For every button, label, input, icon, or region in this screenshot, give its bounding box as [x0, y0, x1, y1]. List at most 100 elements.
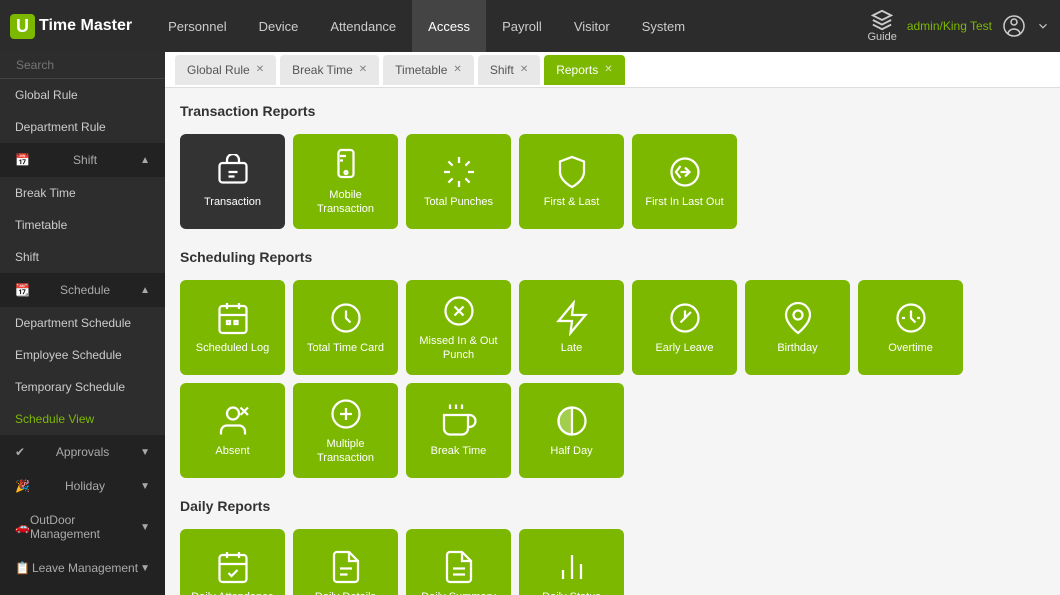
- tab-break-time[interactable]: Break Time ✕: [280, 55, 379, 85]
- card-daily-details[interactable]: Daily Details: [293, 529, 398, 595]
- sidebar-item-shift[interactable]: Shift: [0, 241, 165, 273]
- card-total-time-card[interactable]: Total Time Card: [293, 280, 398, 375]
- card-birthday[interactable]: Birthday: [745, 280, 850, 375]
- tab-shift[interactable]: Shift ✕: [478, 55, 540, 85]
- sidebar-section-holiday[interactable]: 🎉Holiday▼: [0, 469, 165, 503]
- card-overtime[interactable]: Overtime: [858, 280, 963, 375]
- sidebar-item-global-rule[interactable]: Global Rule: [0, 79, 165, 111]
- sidebar-section-schedule[interactable]: 📆Schedule▲: [0, 273, 165, 307]
- absent-icon: [215, 403, 251, 439]
- sidebar-label: Department Rule: [15, 120, 106, 134]
- card-label: Scheduled Log: [196, 342, 269, 355]
- sidebar-section-label: Approvals: [56, 445, 109, 459]
- close-icon[interactable]: ✕: [359, 64, 367, 75]
- card-absent[interactable]: Absent: [180, 383, 285, 478]
- close-icon[interactable]: ✕: [453, 64, 461, 75]
- sidebar-item-employee-schedule[interactable]: Employee Schedule: [0, 339, 165, 371]
- scheduled-log-icon: [215, 300, 251, 336]
- multiple-transaction-icon: [328, 396, 364, 432]
- card-break-time[interactable]: Break Time: [406, 383, 511, 478]
- card-multiple-transaction[interactable]: Multiple Transaction: [293, 383, 398, 478]
- sidebar-section-label: Holiday: [65, 479, 105, 493]
- daily-summary-icon: [441, 549, 477, 585]
- sidebar-item-schedule-view[interactable]: Schedule View: [0, 403, 165, 435]
- sidebar-section-label: Schedule: [60, 283, 110, 297]
- card-early-leave[interactable]: Early Leave: [632, 280, 737, 375]
- logo-name: Time Master: [39, 17, 132, 35]
- sidebar-item-timetable[interactable]: Timetable: [0, 209, 165, 241]
- sidebar-section-label: Leave Management: [32, 561, 138, 575]
- early-leave-icon: [667, 300, 703, 336]
- card-daily-attendance[interactable]: Daily Attendance: [180, 529, 285, 595]
- sidebar-item-department-schedule[interactable]: Department Schedule: [0, 307, 165, 339]
- late-icon: [554, 300, 590, 336]
- card-label: Half Day: [550, 445, 592, 458]
- card-label: Missed In & Out Punch: [414, 335, 503, 361]
- sidebar-section-leave[interactable]: 📋Leave Management▼: [0, 551, 165, 585]
- nav-visitor[interactable]: Visitor: [558, 0, 626, 52]
- close-icon[interactable]: ✕: [604, 64, 612, 75]
- card-label: Daily Details: [315, 591, 376, 595]
- nav-device[interactable]: Device: [243, 0, 315, 52]
- sidebar-item-department-rule[interactable]: Department Rule: [0, 111, 165, 143]
- guide-button[interactable]: Guide: [867, 9, 896, 43]
- user-display: admin/King Test: [907, 19, 992, 33]
- close-icon[interactable]: ✕: [256, 64, 264, 75]
- tabs-bar: Global Rule ✕ Break Time ✕ Timetable ✕ S…: [165, 52, 1060, 88]
- tab-global-rule[interactable]: Global Rule ✕: [175, 55, 276, 85]
- card-half-day[interactable]: Half Day: [519, 383, 624, 478]
- card-label: Daily Summary: [421, 591, 496, 595]
- card-missed-in-out[interactable]: Missed In & Out Punch: [406, 280, 511, 375]
- sidebar-section-shift[interactable]: 📅Shift▲: [0, 143, 165, 177]
- card-first-in-last-out[interactable]: First In Last Out: [632, 134, 737, 229]
- card-label: Early Leave: [655, 342, 713, 355]
- sidebar-label: Temporary Schedule: [15, 380, 125, 394]
- nav-system[interactable]: System: [626, 0, 701, 52]
- tab-reports[interactable]: Reports ✕: [544, 55, 624, 85]
- nav-personnel[interactable]: Personnel: [152, 0, 243, 52]
- daily-details-icon: [328, 549, 364, 585]
- tab-timetable[interactable]: Timetable ✕: [383, 55, 474, 85]
- card-daily-summary[interactable]: Daily Summary: [406, 529, 511, 595]
- first-last-icon: [554, 154, 590, 190]
- sidebar-section-label: OutDoor Management: [30, 513, 140, 541]
- sidebar-item-break-time[interactable]: Break Time: [0, 177, 165, 209]
- card-first-last[interactable]: First & Last: [519, 134, 624, 229]
- total-time-card-icon: [328, 300, 364, 336]
- card-label: First & Last: [544, 196, 600, 209]
- top-navigation: U Time Master Personnel Device Attendanc…: [0, 0, 1060, 52]
- tab-label: Reports: [556, 63, 598, 77]
- nav-payroll[interactable]: Payroll: [486, 0, 558, 52]
- card-late[interactable]: Late: [519, 280, 624, 375]
- scheduling-cards-grid: Scheduled Log Total Time Card Missed In …: [180, 280, 1045, 478]
- tab-label: Break Time: [292, 63, 353, 77]
- card-label: Transaction: [204, 196, 261, 209]
- card-scheduled-log[interactable]: Scheduled Log: [180, 280, 285, 375]
- sidebar-search-bar[interactable]: [0, 52, 165, 79]
- transaction-icon: [215, 154, 251, 190]
- card-transaction[interactable]: Transaction: [180, 134, 285, 229]
- sidebar-label: Department Schedule: [15, 316, 131, 330]
- card-daily-status[interactable]: Daily Status: [519, 529, 624, 595]
- card-label: Late: [561, 342, 582, 355]
- card-label: Break Time: [431, 445, 487, 458]
- app-logo[interactable]: U Time Master: [10, 14, 132, 39]
- scheduling-reports-title: Scheduling Reports: [180, 244, 1045, 270]
- tab-label: Timetable: [395, 63, 447, 77]
- logo-highlight: U: [10, 14, 35, 39]
- user-avatar-icon[interactable]: [1002, 14, 1026, 38]
- sidebar-item-temporary-schedule[interactable]: Temporary Schedule: [0, 371, 165, 403]
- sidebar-section-approvals[interactable]: ✔Approvals▼: [0, 435, 165, 469]
- sidebar-section-outdoor[interactable]: 🚗OutDoor Management▼: [0, 503, 165, 551]
- close-icon[interactable]: ✕: [520, 64, 528, 75]
- nav-attendance[interactable]: Attendance: [314, 0, 412, 52]
- sidebar-section-reports[interactable]: 📊Reports▲: [0, 585, 165, 595]
- sidebar-search-input[interactable]: [16, 58, 165, 72]
- half-day-icon: [554, 403, 590, 439]
- guide-label: Guide: [867, 31, 896, 43]
- card-total-punches[interactable]: Total Punches: [406, 134, 511, 229]
- card-label: Absent: [215, 445, 249, 458]
- nav-access[interactable]: Access: [412, 0, 486, 52]
- card-label: Multiple Transaction: [301, 438, 390, 464]
- card-mobile-transaction[interactable]: Mobile Transaction: [293, 134, 398, 229]
